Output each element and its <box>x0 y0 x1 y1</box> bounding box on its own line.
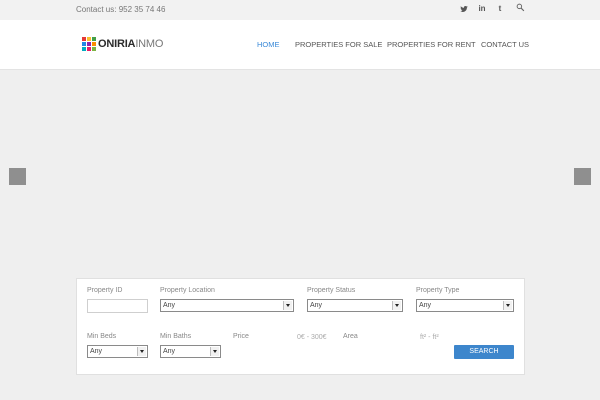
logo-square <box>82 47 86 51</box>
logo-square <box>92 37 96 41</box>
top-bar: Contact us: 952 35 74 46 in t <box>0 0 600 20</box>
min-beds-label: Min Beds <box>87 333 117 340</box>
nav-home[interactable]: HOME <box>257 40 280 49</box>
min-beds-select[interactable]: Any <box>87 345 148 358</box>
chevron-down-icon <box>210 347 219 356</box>
property-location-label: Property Location <box>160 287 215 294</box>
area-label: Area <box>343 333 358 340</box>
min-baths-label: Min Baths <box>160 333 192 340</box>
chevron-down-icon <box>283 301 292 310</box>
logo-square <box>87 47 91 51</box>
chevron-down-icon <box>137 347 146 356</box>
property-type-label: Property Type <box>416 287 460 294</box>
logo-grid-icon <box>82 37 96 51</box>
logo-square <box>87 37 91 41</box>
logo-square <box>82 37 86 41</box>
property-location-select[interactable]: Any <box>160 299 294 312</box>
logo-square <box>82 42 86 46</box>
site-header: ONIRIAINMO HOME PROPERTIES FOR SALE PROP… <box>0 20 600 70</box>
property-location-value: Any <box>163 302 176 309</box>
logo-text: ONIRIAINMO <box>98 38 163 50</box>
property-type-value: Any <box>419 302 432 309</box>
site-logo[interactable]: ONIRIAINMO <box>82 37 163 51</box>
tumblr-icon[interactable]: t <box>494 4 506 13</box>
min-baths-select[interactable]: Any <box>160 345 221 358</box>
logo-square <box>92 42 96 46</box>
price-range-value[interactable]: 0€ - 300€ <box>297 334 327 341</box>
nav-contact-us[interactable]: CONTACT US <box>481 40 529 49</box>
linkedin-icon[interactable]: in <box>476 4 488 13</box>
min-baths-value: Any <box>163 348 176 355</box>
slider-prev-button[interactable] <box>9 168 26 185</box>
property-status-value: Any <box>310 302 323 309</box>
price-label: Price <box>233 333 249 340</box>
chevron-down-icon <box>392 301 401 310</box>
twitter-icon[interactable] <box>458 4 470 15</box>
property-status-select[interactable]: Any <box>307 299 403 312</box>
property-search-form: Property ID Property Location Any Proper… <box>76 278 525 375</box>
property-type-select[interactable]: Any <box>416 299 514 312</box>
logo-text-oniria: ONIRIA <box>98 38 136 50</box>
logo-square <box>87 42 91 46</box>
property-id-label: Property ID <box>87 287 123 294</box>
chevron-down-icon <box>503 301 512 310</box>
nav-properties-for-sale[interactable]: PROPERTIES FOR SALE <box>295 40 382 49</box>
area-range-value[interactable]: ft² - ft² <box>420 334 439 341</box>
search-icon[interactable] <box>514 3 526 15</box>
slider-next-button[interactable] <box>574 168 591 185</box>
contact-phone: Contact us: 952 35 74 46 <box>76 5 166 14</box>
logo-square <box>92 47 96 51</box>
property-id-input[interactable] <box>87 299 148 313</box>
property-status-label: Property Status <box>307 287 356 294</box>
search-button[interactable]: SEARCH <box>454 345 514 359</box>
min-beds-value: Any <box>90 348 103 355</box>
nav-properties-for-rent[interactable]: PROPERTIES FOR RENT <box>387 40 476 49</box>
logo-text-inmo: INMO <box>135 38 164 50</box>
